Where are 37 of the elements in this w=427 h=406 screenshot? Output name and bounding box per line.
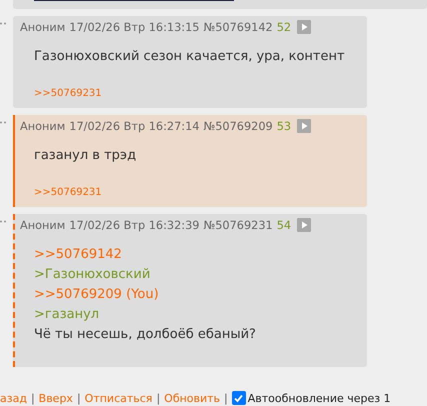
more-icon[interactable]	[0, 22, 7, 25]
separator: |	[224, 392, 228, 404]
autoupdate-checkbox[interactable]	[232, 391, 246, 405]
quote-text: >газанул	[34, 306, 100, 324]
post-author: Аноним	[20, 20, 66, 34]
post-author: Аноним	[20, 120, 66, 132]
post-number[interactable]: №50769231	[203, 218, 273, 232]
more-icon[interactable]	[0, 121, 7, 124]
post-index: 52	[276, 20, 292, 34]
post-date: 17/02/26 Втр 16:13:15	[69, 20, 200, 34]
reply-link[interactable]: >>50769231	[34, 88, 102, 99]
reply-link[interactable]: >>50769209 (You)	[34, 285, 359, 305]
post-text: Газонюховский сезон качается, ура, контент	[34, 48, 346, 66]
post-number[interactable]: №50769142	[203, 20, 273, 34]
post-number[interactable]: №50769209	[203, 120, 273, 132]
post-index: 54	[276, 218, 292, 232]
separator: |	[30, 392, 35, 404]
quote-text: >Газонюховский	[34, 266, 152, 284]
play-icon[interactable]	[297, 20, 312, 34]
post-date: 17/02/26 Втр 16:27:14	[69, 120, 200, 132]
nav-link[interactable]: Обновить	[164, 392, 220, 404]
play-icon[interactable]	[297, 119, 312, 133]
nav-link[interactable]: Вверх	[38, 392, 73, 404]
post-index: 53	[276, 120, 292, 132]
more-icon[interactable]	[0, 220, 7, 223]
post-author: Аноним	[20, 218, 66, 232]
post-text: Чё ты несешь, долбоёб ебаный?	[34, 326, 257, 344]
separator: |	[76, 392, 81, 404]
nav-link[interactable]: азад	[0, 392, 27, 404]
reply-link[interactable]: >>50769142	[34, 245, 359, 265]
separator: |	[156, 392, 160, 404]
play-icon[interactable]	[297, 218, 312, 232]
post-text: газанул в трэд	[34, 147, 138, 165]
nav-link[interactable]: Отписаться	[84, 392, 152, 404]
reply-link[interactable]: >>50769231	[34, 187, 102, 198]
autoupdate-label: Автообновление через 1	[248, 392, 391, 404]
post-date: 17/02/26 Втр 16:32:39	[69, 218, 200, 232]
